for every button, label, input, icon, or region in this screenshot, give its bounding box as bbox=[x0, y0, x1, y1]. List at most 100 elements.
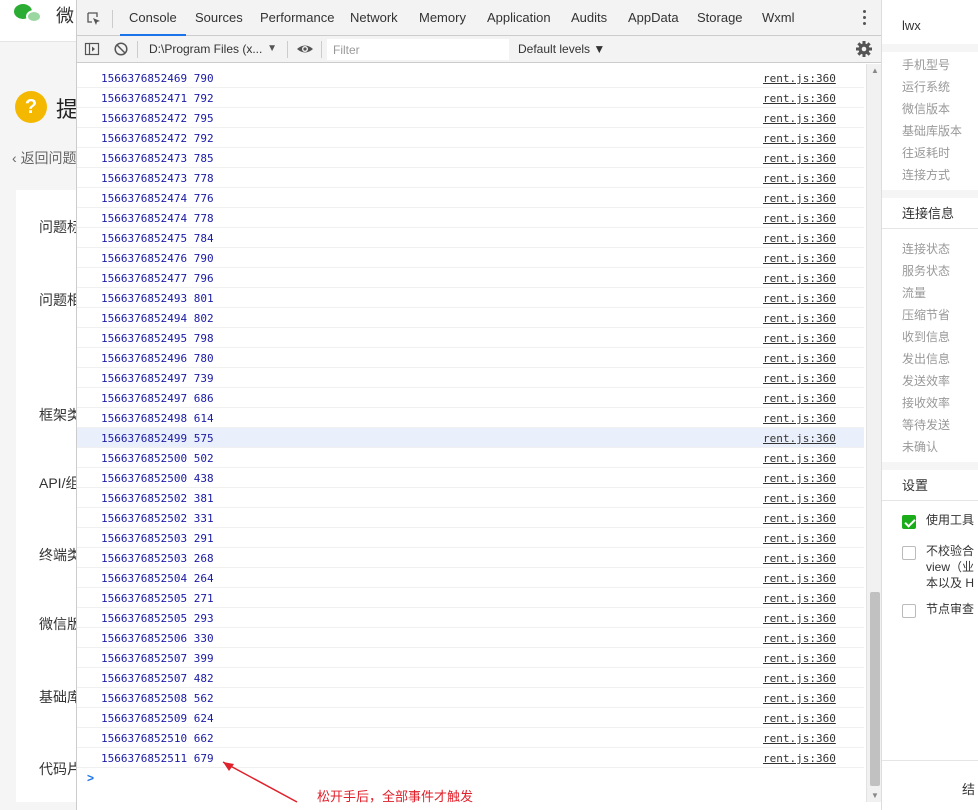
log-source-link[interactable]: rent.js:360 bbox=[763, 512, 836, 525]
tab-separator bbox=[112, 10, 113, 28]
log-row: 1566376852497 739 rent.js:360 bbox=[77, 368, 864, 388]
log-source-link[interactable]: rent.js:360 bbox=[763, 272, 836, 285]
console-toolbar: D:\Program Files (x... ▼ Default levels … bbox=[77, 36, 882, 63]
option-checkbox-use-tools[interactable] bbox=[902, 515, 916, 529]
filter-input[interactable] bbox=[327, 39, 509, 60]
log-source-link[interactable]: rent.js:360 bbox=[763, 212, 836, 225]
info-phone-model: 手机型号 bbox=[902, 58, 951, 72]
log-row: 1566376852503 268 rent.js:360 bbox=[77, 548, 864, 568]
log-source-link[interactable]: rent.js:360 bbox=[763, 552, 836, 565]
clear-console-icon[interactable] bbox=[113, 41, 129, 57]
log-row: 1566376852497 686 rent.js:360 bbox=[77, 388, 864, 408]
log-row: 1566376852502 381 rent.js:360 bbox=[77, 488, 864, 508]
log-source-link[interactable]: rent.js:360 bbox=[763, 572, 836, 585]
log-source-link[interactable]: rent.js:360 bbox=[763, 192, 836, 205]
log-source-link[interactable]: rent.js:360 bbox=[763, 392, 836, 405]
option-checkbox-skip-verify[interactable] bbox=[902, 546, 916, 560]
console-scrollbar[interactable]: ▲ ▼ bbox=[866, 64, 882, 802]
form-label-terminal: 终端类 bbox=[39, 547, 76, 563]
info-connection-type: 连接方式 bbox=[902, 168, 951, 182]
log-message: 1566376852505 271 bbox=[101, 592, 214, 605]
log-levels-dropdown[interactable]: Default levels ▼ bbox=[518, 38, 605, 60]
log-source-link[interactable]: rent.js:360 bbox=[763, 292, 836, 305]
log-source-link[interactable]: rent.js:360 bbox=[763, 652, 836, 665]
log-source-link[interactable]: rent.js:360 bbox=[763, 372, 836, 385]
tab-performance[interactable]: Performance bbox=[260, 0, 334, 36]
log-message: 1566376852510 662 bbox=[101, 732, 214, 745]
log-source-link[interactable]: rent.js:360 bbox=[763, 72, 836, 85]
tab-appdata[interactable]: AppData bbox=[628, 0, 679, 36]
log-source-link[interactable]: rent.js:360 bbox=[763, 532, 836, 545]
log-source-link[interactable]: rent.js:360 bbox=[763, 252, 836, 265]
tab-application[interactable]: Application bbox=[487, 0, 551, 36]
log-row: 1566376852477 796 rent.js:360 bbox=[77, 268, 864, 288]
panel-footer-button[interactable]: 结 bbox=[962, 779, 975, 798]
log-message: 1566376852472 792 bbox=[101, 132, 214, 145]
wechat-logo-icon bbox=[14, 2, 48, 24]
tab-audits[interactable]: Audits bbox=[571, 0, 607, 36]
log-source-link[interactable]: rent.js:360 bbox=[763, 592, 836, 605]
log-source-link[interactable]: rent.js:360 bbox=[763, 732, 836, 745]
log-source-link[interactable]: rent.js:360 bbox=[763, 672, 836, 685]
log-source-link[interactable]: rent.js:360 bbox=[763, 312, 836, 325]
log-source-link[interactable]: rent.js:360 bbox=[763, 412, 836, 425]
log-message: 1566376852503 291 bbox=[101, 532, 214, 545]
live-expression-eye-icon[interactable] bbox=[296, 41, 314, 57]
back-link[interactable]: ‹ 返回问题 bbox=[12, 148, 76, 168]
console-output[interactable]: > 1566376852469 790 rent.js:360 1566376852… bbox=[77, 64, 866, 790]
info-base-lib-version: 基础库版本 bbox=[902, 124, 963, 138]
devtools-window: Console Sources Performance Network Memo… bbox=[76, 0, 882, 810]
scroll-up-arrow-icon[interactable]: ▲ bbox=[871, 66, 879, 75]
log-message: 1566376852508 562 bbox=[101, 692, 214, 705]
log-source-link[interactable]: rent.js:360 bbox=[763, 112, 836, 125]
log-source-link[interactable]: rent.js:360 bbox=[763, 492, 836, 505]
more-options-icon[interactable] bbox=[863, 10, 867, 28]
panel-divider bbox=[882, 228, 978, 229]
log-message: 1566376852493 801 bbox=[101, 292, 214, 305]
tab-wxml[interactable]: Wxml bbox=[762, 0, 795, 36]
info-wechat-version: 微信版本 bbox=[902, 102, 951, 116]
log-source-link[interactable]: rent.js:360 bbox=[763, 712, 836, 725]
log-source-link[interactable]: rent.js:360 bbox=[763, 92, 836, 105]
gear-icon[interactable] bbox=[855, 40, 873, 58]
log-source-link[interactable]: rent.js:360 bbox=[763, 452, 836, 465]
log-row: 1566376852475 784 rent.js:360 bbox=[77, 228, 864, 248]
scroll-down-arrow-icon[interactable]: ▼ bbox=[871, 791, 879, 800]
option-checkbox-node-inspect[interactable] bbox=[902, 604, 916, 618]
log-source-link[interactable]: rent.js:360 bbox=[763, 472, 836, 485]
log-row: 1566376852495 798 rent.js:360 bbox=[77, 328, 864, 348]
connection-info-header: 连接信息 bbox=[902, 206, 955, 221]
tab-network[interactable]: Network bbox=[350, 0, 398, 36]
log-source-link[interactable]: rent.js:360 bbox=[763, 612, 836, 625]
log-source-link[interactable]: rent.js:360 bbox=[763, 332, 836, 345]
scrollbar-thumb[interactable] bbox=[870, 592, 880, 786]
log-message: 1566376852507 399 bbox=[101, 652, 214, 665]
tab-sources[interactable]: Sources bbox=[195, 0, 243, 36]
log-source-link[interactable]: rent.js:360 bbox=[763, 752, 836, 765]
log-message: 1566376852506 330 bbox=[101, 632, 214, 645]
console-prompt[interactable]: > bbox=[87, 771, 94, 785]
log-source-link[interactable]: rent.js:360 bbox=[763, 632, 836, 645]
log-message: 1566376852505 293 bbox=[101, 612, 214, 625]
log-source-link[interactable]: rent.js:360 bbox=[763, 232, 836, 245]
log-source-link[interactable]: rent.js:360 bbox=[763, 352, 836, 365]
log-source-link[interactable]: rent.js:360 bbox=[763, 432, 836, 445]
form-label-title: 问题标 bbox=[39, 219, 76, 235]
context-selector[interactable]: D:\Program Files (x... ▼ bbox=[143, 38, 281, 60]
log-source-link[interactable]: rent.js:360 bbox=[763, 152, 836, 165]
log-message: 1566376852471 792 bbox=[101, 92, 214, 105]
tab-storage[interactable]: Storage bbox=[697, 0, 743, 36]
panel-divider bbox=[882, 760, 978, 761]
inspect-element-icon[interactable] bbox=[87, 12, 101, 26]
log-message: 1566376852499 575 bbox=[101, 432, 214, 445]
settings-header: 设置 bbox=[902, 478, 929, 493]
tab-memory[interactable]: Memory bbox=[419, 0, 466, 36]
log-source-link[interactable]: rent.js:360 bbox=[763, 132, 836, 145]
log-message: 1566376852500 502 bbox=[101, 452, 214, 465]
sidebar-toggle-icon[interactable] bbox=[84, 41, 100, 57]
log-row: 1566376852474 776 rent.js:360 bbox=[77, 188, 864, 208]
log-source-link[interactable]: rent.js:360 bbox=[763, 172, 836, 185]
tab-console[interactable]: Console bbox=[120, 0, 186, 36]
log-source-link[interactable]: rent.js:360 bbox=[763, 692, 836, 705]
form-card bbox=[16, 190, 76, 802]
